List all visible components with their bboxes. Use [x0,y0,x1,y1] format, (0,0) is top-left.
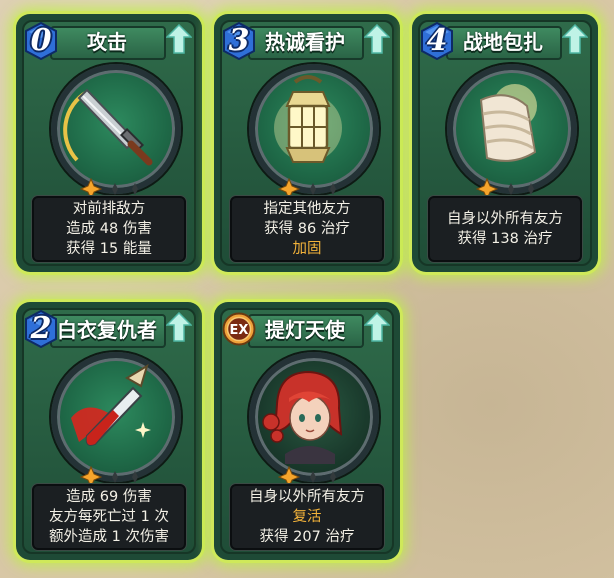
upgrade-arrow-icon [165,311,193,342]
card-title: 白衣复仇者 [57,318,157,342]
desc-line: 造成 48 伤害 [66,221,152,237]
skill-card-white-avenger[interactable]: 白衣复仇者 2 造成 69 伤害 友方每死亡过 1 次 额外造成 1 次伤害 [16,302,202,560]
cost-value: 4 [426,23,448,58]
card-title: 攻击 [87,30,127,54]
upgrade-arrow-icon [561,23,589,54]
desc-line: 对前排敌方 [72,201,146,217]
cost-value: 2 [30,311,52,346]
cost-value: 3 [228,23,250,58]
card-title: 战地包扎 [463,30,543,54]
skill-card-field-bandage[interactable]: 战地包扎 4 自身以外所有友方 获得 138 治疗 [412,14,598,272]
card-description: 对前排敌方 造成 48 伤害 获得 15 能量 [32,196,186,262]
desc-keyword: 复活 [292,509,322,525]
card-description: 自身以外所有友方 获得 138 治疗 [428,196,582,262]
desc-line: 自身以外所有友方 [447,211,563,227]
upgrade-arrow-icon [363,311,391,342]
desc-line: 造成 69 伤害 [66,489,152,505]
upgrade-arrow-icon [165,23,193,54]
cost-value: 0 [30,23,52,58]
lantern-icon [249,64,379,194]
skill-card-lamp-angel[interactable]: 提灯天使 EX 自身以外所有友方 复活 获得 207 治疗 [214,302,400,560]
desc-line: 指定其他友方 [263,201,351,217]
card-description: 自身以外所有友方 复活 获得 207 治疗 [230,484,384,550]
cost-crystal-icon: 2 [24,310,58,348]
cost-crystal-icon: 0 [24,22,58,60]
card-title: 提灯天使 [265,318,345,342]
bloody-dagger-icon [51,352,181,482]
cost-crystal-icon: 4 [420,22,454,60]
desc-line: 自身以外所有友方 [249,489,365,505]
upgrade-arrow-icon [363,23,391,54]
desc-line: 额外造成 1 次伤害 [49,529,169,545]
card-title: 热诚看护 [265,30,345,54]
ex-badge-icon: EX [222,312,256,346]
desc-line: 获得 86 治疗 [264,221,350,237]
skill-card-devoted-care[interactable]: 热诚看护 3 指定其他友方 获得 86 治疗 加固 [214,14,400,272]
sword-icon [51,64,181,194]
cost-value: EX [230,323,249,338]
card-description: 指定其他友方 获得 86 治疗 加固 [230,196,384,262]
desc-line: 获得 138 治疗 [457,231,553,247]
red-haired-nurse-portrait [249,352,379,482]
desc-line: 获得 15 能量 [66,241,152,257]
desc-line: 友方每死亡过 1 次 [49,509,169,525]
skill-card-attack[interactable]: 攻击 0 对前排敌方 造成 48 伤害 获得 15 能量 [16,14,202,272]
bandaged-arm-icon [447,64,577,194]
card-description: 造成 69 伤害 友方每死亡过 1 次 额外造成 1 次伤害 [32,484,186,550]
desc-keyword: 加固 [292,241,322,257]
desc-line: 获得 207 治疗 [259,529,355,545]
cost-crystal-icon: 3 [222,22,256,60]
